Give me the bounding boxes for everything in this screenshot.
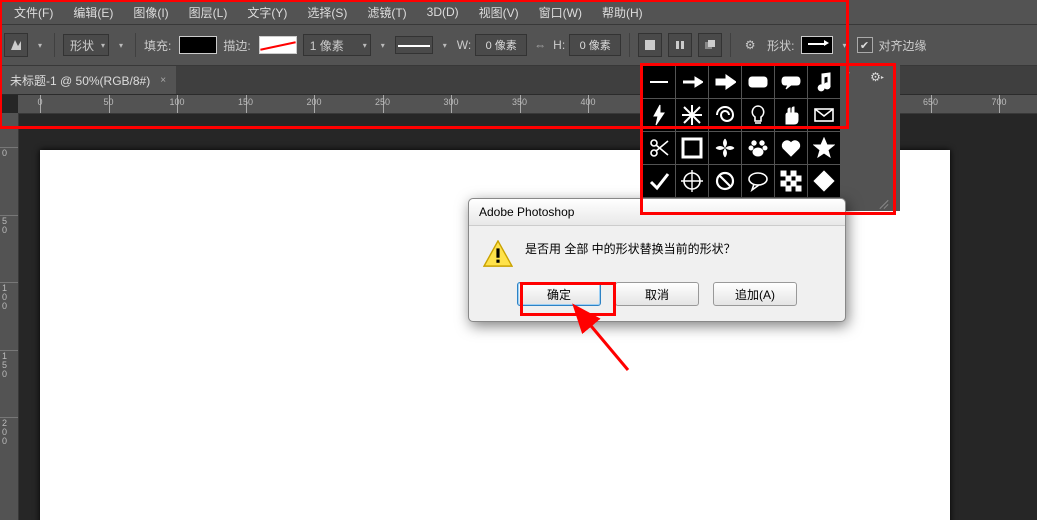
height-input[interactable]: [569, 34, 621, 56]
shape-spiral[interactable]: [709, 99, 741, 131]
shape-picker-swatch[interactable]: [801, 36, 833, 54]
ruler-tick-label: 100: [2, 284, 7, 311]
link-wh-icon[interactable]: ⇔: [533, 38, 547, 52]
ruler-tick-label: 200: [2, 419, 7, 446]
shape-scissors[interactable]: [643, 132, 675, 164]
menu-view[interactable]: 视图(V): [473, 2, 525, 23]
menu-help[interactable]: 帮助(H): [596, 2, 649, 23]
dialog-titlebar[interactable]: Adobe Photoshop: [469, 199, 845, 226]
shapes-panel-menu-icon[interactable]: ⚙▸: [865, 68, 889, 86]
shape-hand[interactable]: [775, 99, 807, 131]
ok-button[interactable]: 确定: [517, 282, 601, 306]
shape-mode-label: 形状: [70, 37, 94, 54]
path-op-icon[interactable]: [638, 33, 662, 57]
ruler-tick-label: 400: [580, 97, 595, 107]
append-button[interactable]: 追加(A): [713, 282, 797, 306]
shape-picker-chevron[interactable]: ▾: [839, 34, 851, 56]
shape-star[interactable]: [808, 132, 840, 164]
shape-line[interactable]: [643, 66, 675, 98]
ruler-vertical: 0 50 100 150 200: [0, 113, 19, 520]
ruler-tick-label: 100: [169, 97, 184, 107]
align-edges-label: 对齐边缘: [879, 37, 927, 54]
shape-diamond[interactable]: [808, 165, 840, 197]
confirm-dialog: Adobe Photoshop 是否用 全部 中的形状替换当前的形状？ 确定 取…: [468, 198, 846, 322]
document-tab[interactable]: 未标题-1 @ 50%(RGB/8#) ×: [0, 66, 176, 94]
shape-talk-cloud[interactable]: [775, 66, 807, 98]
stroke-width-chevron[interactable]: ▾: [377, 34, 389, 56]
shape-checker[interactable]: [775, 165, 807, 197]
options-bar: ▾ 形状 ▾ 填充: 描边: 1 像素 ▾ ▾ W: ⇔ H: ⚙ 形状: ▾ …: [0, 25, 1037, 66]
ruler-tick-label: 0: [2, 149, 7, 158]
menu-bar: 文件(F) 编辑(E) 图像(I) 图层(L) 文字(Y) 选择(S) 滤镜(T…: [0, 0, 1037, 25]
ruler-tick-label: 0: [37, 97, 42, 107]
shape-no-sign[interactable]: [709, 165, 741, 197]
menu-image[interactable]: 图像(I): [127, 2, 174, 23]
ruler-tick-label: 150: [238, 97, 253, 107]
shape-check[interactable]: [643, 165, 675, 197]
menu-layer[interactable]: 图层(L): [183, 2, 234, 23]
shape-paw[interactable]: [742, 132, 774, 164]
shape-bolt[interactable]: [643, 99, 675, 131]
shape-fleur[interactable]: [709, 132, 741, 164]
tool-preset-icon[interactable]: [4, 33, 28, 57]
shape-rounded-rect[interactable]: [742, 66, 774, 98]
menu-text[interactable]: 文字(Y): [241, 2, 293, 23]
shapes-panel-chevron[interactable]: ▸: [842, 64, 854, 80]
menu-3d[interactable]: 3D(D): [421, 3, 465, 21]
ruler-tick-label: 150: [2, 352, 7, 379]
menu-file[interactable]: 文件(F): [8, 2, 59, 23]
tab-close-icon[interactable]: ×: [160, 75, 166, 86]
ruler-tick-label: 200: [306, 97, 321, 107]
shape-mode-chevron[interactable]: ▾: [115, 34, 127, 56]
ruler-tick-label: 300: [443, 97, 458, 107]
dialog-message: 是否用 全部 中的形状替换当前的形状？: [525, 240, 831, 268]
shape-frame[interactable]: [676, 132, 708, 164]
path-arrange-icon[interactable]: [698, 33, 722, 57]
dialog-title: Adobe Photoshop: [479, 205, 574, 219]
shape-dropdown-label: 形状:: [767, 37, 794, 54]
fill-label: 填充:: [144, 37, 171, 54]
ruler-tick-label: 50: [2, 217, 7, 235]
shape-heart[interactable]: [775, 132, 807, 164]
gear-icon[interactable]: ⚙: [739, 34, 761, 56]
shape-starburst[interactable]: [676, 99, 708, 131]
stroke-label: 描边:: [223, 37, 250, 54]
align-edges-checkbox[interactable]: ✔: [857, 37, 873, 53]
shape-registration[interactable]: [676, 165, 708, 197]
ruler-tick-label: 350: [512, 97, 527, 107]
shapes-panel-resize-handle[interactable]: [878, 196, 890, 208]
shape-arrow-2[interactable]: [709, 66, 741, 98]
ruler-tick-label: 50: [103, 97, 113, 107]
shape-mode-dropdown[interactable]: 形状: [63, 34, 109, 56]
tool-preset-dropdown[interactable]: ▾: [34, 34, 46, 56]
ruler-tick-label: 650: [923, 97, 938, 107]
ruler-tick-label: 250: [375, 97, 390, 107]
shape-arrow-1[interactable]: [676, 66, 708, 98]
shape-music-note[interactable]: [808, 66, 840, 98]
document-tab-title: 未标题-1 @ 50%(RGB/8#): [10, 72, 150, 89]
shape-speech[interactable]: [742, 165, 774, 197]
menu-filter[interactable]: 滤镜(T): [361, 2, 412, 23]
stroke-style[interactable]: [395, 36, 433, 54]
cancel-button[interactable]: 取消: [615, 282, 699, 306]
custom-shapes-panel: [640, 63, 900, 211]
menu-window[interactable]: 窗口(W): [533, 2, 588, 23]
stroke-style-chevron[interactable]: ▾: [439, 34, 451, 56]
h-label: H:: [553, 38, 565, 52]
fill-swatch[interactable]: [179, 36, 217, 54]
warning-icon: [483, 240, 513, 268]
menu-edit[interactable]: 编辑(E): [67, 2, 119, 23]
ruler-tick-label: 700: [991, 97, 1006, 107]
menu-select[interactable]: 选择(S): [301, 2, 353, 23]
shape-envelope[interactable]: [808, 99, 840, 131]
width-input[interactable]: [475, 34, 527, 56]
shape-bulb[interactable]: [742, 99, 774, 131]
stroke-width-dropdown[interactable]: 1 像素: [303, 34, 371, 56]
w-label: W:: [457, 38, 471, 52]
stroke-swatch[interactable]: [259, 36, 297, 54]
path-align-icon[interactable]: [668, 33, 692, 57]
